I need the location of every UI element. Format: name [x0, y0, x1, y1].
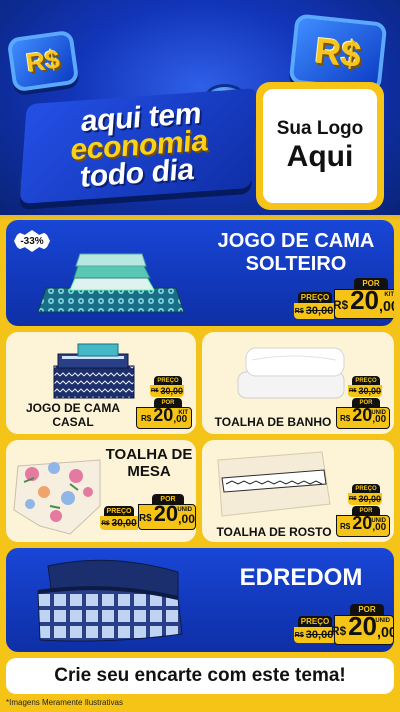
- product-name: JOGO DE CAMA CASAL: [25, 401, 120, 429]
- product-card-toalha-banho[interactable]: TOALHA DE BANHO PREÇO R$ 30,00 POR R$ 20,0…: [202, 332, 394, 434]
- disclaimer-text: *Imagens Meramente Ilustrativas: [6, 698, 123, 707]
- product-name: TOALHA DE BANHO: [214, 415, 332, 429]
- product-card-jogo-solteiro[interactable]: -33% JOGO DE CAMA SOLTEIRO PREÇO R$ 30,00 …: [6, 220, 394, 326]
- product-name: TOALHA DE MESA: [105, 446, 193, 481]
- face-towel-icon: [217, 451, 331, 517]
- logo-text: Sua Logo: [276, 118, 364, 139]
- logo-placeholder[interactable]: Sua Logo Aqui: [256, 82, 384, 210]
- logo-text: Aqui: [286, 140, 354, 173]
- floral-tablecloth-icon: [13, 459, 101, 535]
- bedsheet-set-icon: [53, 343, 135, 399]
- product-card-toalha-mesa[interactable]: TOALHA DE MESA PREÇO R$ 30,00 POR R$ 20,00 U…: [6, 440, 196, 542]
- bedsheet-set-icon: [37, 253, 185, 313]
- flyer-page: R$ R$ $ $ aqui tem economia todo dia Sua…: [0, 0, 400, 712]
- product-name: JOGO DE CAMA SOLTEIRO: [217, 230, 375, 275]
- product-name: EDREDOM: [239, 564, 363, 591]
- hero-banner: R$ R$ $ $ aqui tem economia todo dia Sua…: [0, 0, 400, 215]
- product-card-toalha-rosto[interactable]: TOALHA DE ROSTO PREÇO R$ 30,00 POR R$ 20,0…: [202, 440, 394, 542]
- cta-banner[interactable]: Crie seu encarte com este tema!: [6, 658, 394, 694]
- white-towel-icon: [237, 347, 345, 399]
- product-card-jogo-casal[interactable]: JOGO DE CAMA CASAL PREÇO R$ 30,00 POR R$ 20…: [6, 332, 196, 434]
- real-coin-icon: R$: [288, 13, 388, 93]
- headline-badge: aqui tem economia todo dia: [19, 88, 259, 204]
- product-name: TOALHA DE ROSTO: [216, 525, 332, 539]
- headline-line: todo dia: [79, 153, 195, 194]
- product-card-edredom[interactable]: EDREDOM PREÇO R$ 30,00 POR R$ 20,00 UNID: [6, 548, 394, 652]
- real-coin-icon: R$: [6, 29, 80, 93]
- comforter-icon: [37, 559, 183, 642]
